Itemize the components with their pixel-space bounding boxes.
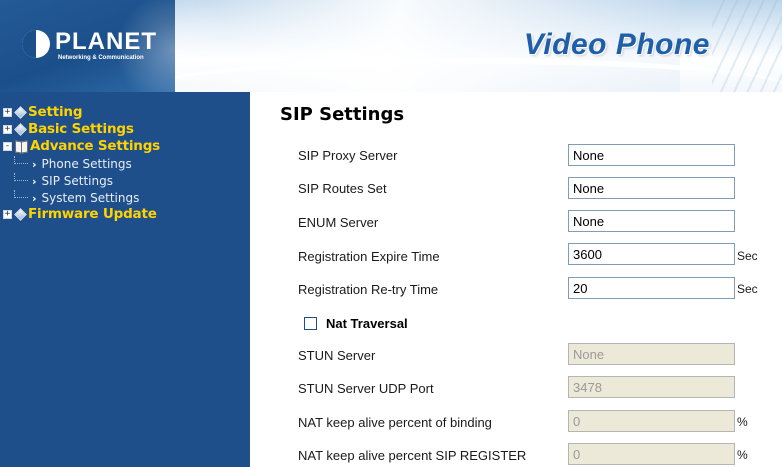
unit-label-percent: % <box>737 415 748 429</box>
stun-server-input[interactable] <box>568 343 735 365</box>
tree-connector <box>14 156 28 164</box>
header-corner-decoration <box>712 0 782 92</box>
nat-keep-alive-register-label: NAT keep alive percent SIP REGISTER <box>298 448 527 463</box>
nat-keep-alive-register-input[interactable] <box>568 443 735 465</box>
sip-routes-set-label: SIP Routes Set <box>298 181 387 196</box>
nat-keep-alive-binding-label: NAT keep alive percent of binding <box>298 415 492 430</box>
sidebar-item-label[interactable]: Basic Settings <box>28 121 134 137</box>
diamond-icon <box>15 124 25 134</box>
expand-toggle-icon[interactable]: + <box>3 124 12 134</box>
header-banner: PLANET Networking & Communication Video … <box>0 0 782 92</box>
expand-toggle-icon[interactable]: + <box>3 107 12 117</box>
chevron-right-icon: › <box>32 191 37 205</box>
registration-retry-time-label: Registration Re-try Time <box>298 282 439 297</box>
registration-expire-time-label: Registration Expire Time <box>298 249 440 264</box>
sidebar-item-advance-settings[interactable]: - Advance Settings <box>0 138 160 154</box>
chevron-right-icon: › <box>32 157 37 171</box>
sidebar-item-basic-settings[interactable]: + Basic Settings <box>0 121 134 137</box>
stun-server-label: STUN Server <box>298 348 376 363</box>
unit-label-sec: Sec <box>737 249 758 263</box>
tree-connector <box>14 173 28 181</box>
unit-label-sec: Sec <box>737 282 758 296</box>
sip-routes-set-input[interactable] <box>568 177 735 199</box>
nat-traversal-label: Nat Traversal <box>326 316 408 331</box>
chevron-right-icon: › <box>32 174 37 188</box>
stun-server-udp-port-label: STUN Server UDP Port <box>298 381 434 396</box>
registration-expire-time-input[interactable] <box>568 243 735 265</box>
sidebar-item-label[interactable]: Advance Settings <box>30 138 160 154</box>
sidebar-subitem-label[interactable]: SIP Settings <box>42 174 113 188</box>
sidebar-item-setting[interactable]: + Setting <box>0 104 82 120</box>
sidebar-subitem-phone-settings[interactable]: › Phone Settings <box>14 156 132 172</box>
registration-retry-time-input[interactable] <box>568 277 735 299</box>
tree-connector <box>14 190 28 198</box>
planet-logo-icon <box>22 30 50 58</box>
expand-toggle-icon[interactable]: + <box>3 209 12 219</box>
sidebar-subitem-label[interactable]: System Settings <box>42 191 140 205</box>
logo-text: PLANET <box>55 28 157 55</box>
collapse-toggle-icon[interactable]: - <box>3 141 12 151</box>
sidebar-item-firmware-update[interactable]: + Firmware Update <box>0 206 157 222</box>
diamond-icon <box>15 209 25 219</box>
enum-server-input[interactable] <box>568 210 735 232</box>
nat-traversal-checkbox[interactable] <box>304 317 317 330</box>
logo-tagline: Networking & Communication <box>58 55 144 61</box>
product-title: Video Phone <box>523 28 710 61</box>
nat-keep-alive-binding-input[interactable] <box>568 410 735 432</box>
logo-panel: PLANET Networking & Communication <box>0 0 235 92</box>
sip-proxy-server-label: SIP Proxy Server <box>298 148 398 163</box>
enum-server-label: ENUM Server <box>298 215 379 230</box>
sidebar-item-label[interactable]: Firmware Update <box>28 206 157 222</box>
sidebar-nav: + Setting + Basic Settings - Advance Set… <box>0 92 250 467</box>
sidebar-item-label[interactable]: Setting <box>28 104 82 120</box>
unit-label-percent: % <box>737 448 748 462</box>
sidebar-subitem-system-settings[interactable]: › System Settings <box>14 190 139 206</box>
diamond-icon <box>15 107 25 117</box>
book-icon <box>15 141 27 152</box>
sidebar-subitem-sip-settings[interactable]: › SIP Settings <box>14 173 113 189</box>
sip-proxy-server-input[interactable] <box>568 144 735 166</box>
page-title: SIP Settings <box>280 104 405 125</box>
stun-server-udp-port-input[interactable] <box>568 376 735 398</box>
sidebar-subitem-label[interactable]: Phone Settings <box>42 157 132 171</box>
main-content: SIP Settings SIP Proxy Server SIP Routes… <box>250 92 782 467</box>
